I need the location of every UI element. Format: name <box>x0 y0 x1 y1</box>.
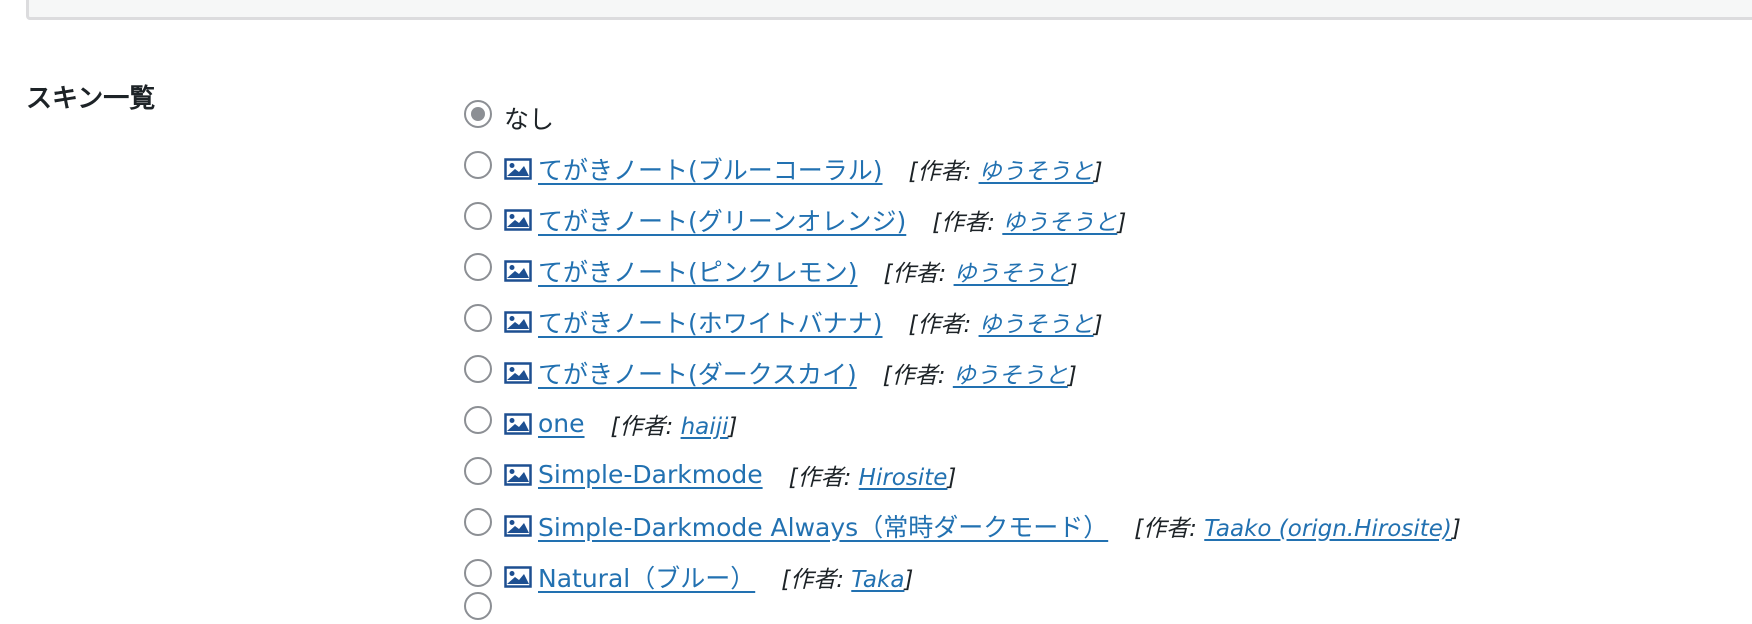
author-prefix: [作者: <box>908 158 979 185</box>
author-link[interactable]: Hirosite <box>859 465 948 491</box>
author-prefix: [作者: <box>882 362 953 389</box>
author-credit: [作者: Taka] <box>781 560 913 594</box>
author-link[interactable]: Taka <box>851 567 904 593</box>
skin-name-link[interactable]: one <box>538 409 585 438</box>
radio-button[interactable] <box>464 150 492 179</box>
author-suffix: ] <box>1068 260 1078 287</box>
image-icon <box>504 157 532 180</box>
section-label-skin-list: スキン一覧 <box>26 84 156 114</box>
skin-option-6[interactable]: one [作者: haiji] <box>464 398 1461 449</box>
skin-name-link[interactable]: Simple-Darkmode Always（常時ダークモード） <box>538 508 1108 544</box>
author-prefix: [作者: <box>781 566 852 593</box>
previous-settings-box <box>26 0 1752 20</box>
radio-button[interactable] <box>464 405 492 434</box>
author-link[interactable]: ゆうそうと <box>1002 210 1117 236</box>
author-suffix: ] <box>1117 209 1127 236</box>
skin-name-link[interactable]: てがきノート(ブルーコーラル) <box>538 151 883 187</box>
partial-next-option <box>464 592 504 624</box>
author-credit: [作者: ゆうそうと] <box>883 356 1077 390</box>
image-icon <box>504 565 532 588</box>
author-credit: [作者: ゆうそうと] <box>909 152 1103 186</box>
radio-button[interactable] <box>464 252 492 281</box>
author-credit: [作者: ゆうそうと] <box>909 305 1103 339</box>
image-icon <box>504 208 532 231</box>
radio-button[interactable] <box>464 99 492 128</box>
skin-option-3[interactable]: てがきノート(ピンクレモン) [作者: ゆうそうと] <box>464 245 1461 296</box>
radio-button[interactable] <box>464 303 492 332</box>
radio-button[interactable] <box>464 354 492 383</box>
skin-list: なし てがきノート(ブルーコーラル) [作者: ゆうそうと] てがきノート(グリ… <box>464 92 1461 602</box>
radio-button[interactable] <box>464 592 492 620</box>
author-credit: [作者: Hirosite] <box>789 458 957 492</box>
image-icon <box>504 514 532 537</box>
skin-option-5[interactable]: てがきノート(ダークスカイ) [作者: ゆうそうと] <box>464 347 1461 398</box>
image-icon <box>504 361 532 384</box>
author-link[interactable]: Taako (orign.Hirosite) <box>1204 516 1452 542</box>
skin-option-7[interactable]: Simple-Darkmode [作者: Hirosite] <box>464 449 1461 500</box>
author-prefix: [作者: <box>932 209 1003 236</box>
skin-option-none[interactable]: なし <box>464 92 1461 143</box>
author-suffix: ] <box>904 566 914 593</box>
author-suffix: ] <box>1067 362 1077 389</box>
image-icon <box>504 259 532 282</box>
radio-button[interactable] <box>464 456 492 485</box>
image-icon <box>504 463 532 486</box>
author-suffix: ] <box>947 464 957 491</box>
skin-name-link[interactable]: てがきノート(グリーンオレンジ) <box>538 202 906 238</box>
author-suffix: ] <box>1093 311 1103 338</box>
author-link[interactable]: ゆうそうと <box>979 159 1094 185</box>
skin-option-2[interactable]: てがきノート(グリーンオレンジ) [作者: ゆうそうと] <box>464 194 1461 245</box>
author-prefix: [作者: <box>788 464 859 491</box>
image-icon <box>504 412 532 435</box>
none-option-label: なし <box>504 104 555 134</box>
author-link[interactable]: ゆうそうと <box>953 363 1068 389</box>
skin-name-link[interactable]: てがきノート(ホワイトバナナ) <box>538 304 883 340</box>
author-credit: [作者: ゆうそうと] <box>932 203 1126 237</box>
author-prefix: [作者: <box>610 413 681 440</box>
radio-button[interactable] <box>464 201 492 230</box>
skin-option-8[interactable]: Simple-Darkmode Always（常時ダークモード） [作者: Ta… <box>464 500 1461 551</box>
author-link[interactable]: ゆうそうと <box>954 261 1069 287</box>
skin-name-link[interactable]: Simple-Darkmode <box>538 460 763 489</box>
author-prefix: [作者: <box>908 311 979 338</box>
radio-button[interactable] <box>464 558 492 587</box>
author-suffix: ] <box>1093 158 1103 185</box>
author-prefix: [作者: <box>883 260 954 287</box>
skin-name-link[interactable]: てがきノート(ダークスカイ) <box>538 355 857 391</box>
author-link[interactable]: haiji <box>681 414 729 440</box>
author-suffix: ] <box>1451 515 1461 542</box>
skin-option-9[interactable]: Natural（ブルー） [作者: Taka] <box>464 551 1461 602</box>
skin-name-link[interactable]: Natural（ブルー） <box>538 559 755 595</box>
skin-name-link[interactable]: てがきノート(ピンクレモン) <box>538 253 858 289</box>
author-link[interactable]: ゆうそうと <box>979 312 1094 338</box>
radio-button[interactable] <box>464 507 492 536</box>
author-credit: [作者: haiji] <box>611 407 738 441</box>
image-icon <box>504 310 532 333</box>
skin-option-1[interactable]: てがきノート(ブルーコーラル) [作者: ゆうそうと] <box>464 143 1461 194</box>
author-credit: [作者: Taako (orign.Hirosite)] <box>1134 509 1461 543</box>
skin-option-4[interactable]: てがきノート(ホワイトバナナ) [作者: ゆうそうと] <box>464 296 1461 347</box>
author-suffix: ] <box>728 413 738 440</box>
author-prefix: [作者: <box>1134 515 1205 542</box>
author-credit: [作者: ゆうそうと] <box>884 254 1078 288</box>
